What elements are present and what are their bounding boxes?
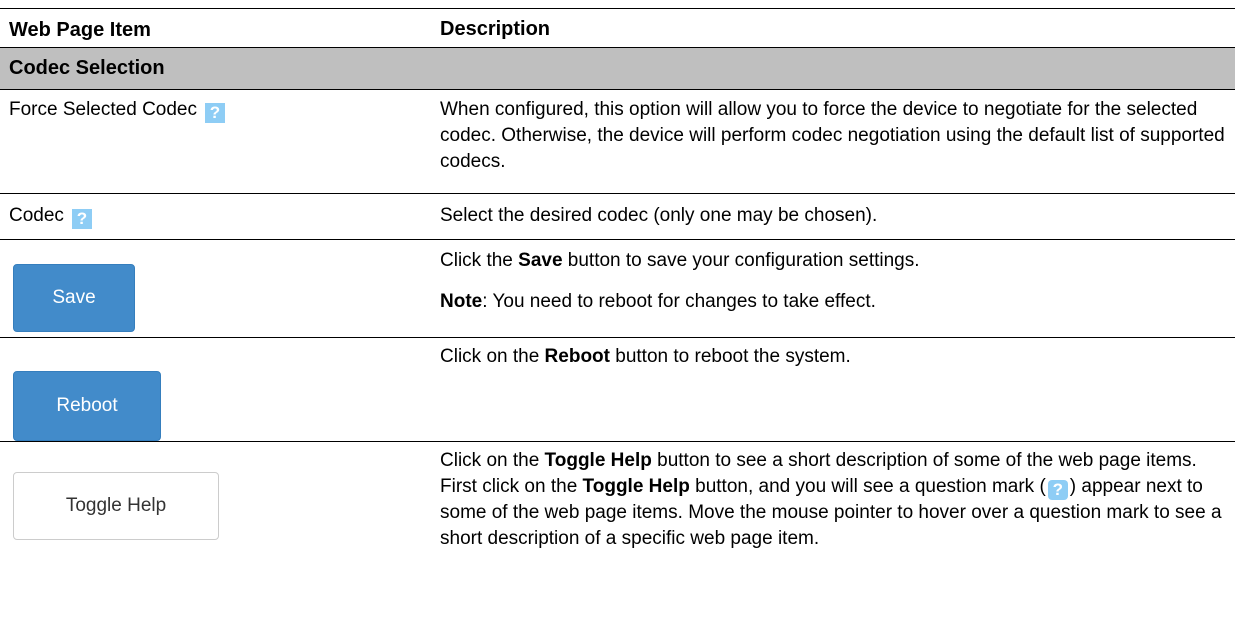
reboot-desc-bold: Reboot — [544, 346, 610, 367]
toggle-help-description: Click on the Toggle Help button to see a… — [440, 448, 1230, 552]
row-item-codec: Codec? — [9, 205, 92, 229]
section-title: Codec Selection — [9, 57, 165, 79]
save-desc-bold: Save — [518, 250, 563, 271]
toggle-desc-bold2: Toggle Help — [582, 476, 690, 497]
help-question-icon: ? — [1047, 480, 1068, 500]
reboot-desc-prefix: Click on the — [440, 346, 545, 367]
column-header-item: Web Page Item — [9, 19, 151, 41]
column-header-description: Description — [440, 18, 551, 40]
table-row: Save Click the Save button to save your … — [0, 240, 1235, 337]
force-codec-description: When configured, this option will allow … — [440, 99, 1225, 172]
codec-description: Select the desired codec (only one may b… — [440, 205, 878, 226]
force-codec-label: Force Selected Codec — [9, 99, 197, 120]
section-header-row: Codec Selection — [0, 48, 1235, 89]
reboot-desc-suffix: button to reboot the system. — [609, 346, 851, 367]
table-row: Codec? Select the desired codec (only on… — [0, 194, 1235, 239]
toggle-help-button[interactable]: Toggle Help — [13, 472, 219, 540]
row-item-force-codec: Force Selected Codec? — [9, 99, 225, 123]
save-button[interactable]: Save — [13, 264, 135, 332]
toggle-desc-bold1: Toggle Help — [544, 450, 652, 471]
save-desc-suffix: button to save your configuration settin… — [562, 250, 920, 271]
toggle-desc-part1: Click on the — [440, 450, 545, 471]
save-description: Click the Save button to save your confi… — [440, 248, 1230, 315]
note-bold: Note — [440, 291, 483, 312]
web-page-items-table: Web Page Item Description Codec Selectio… — [0, 0, 1235, 624]
help-question-icon[interactable]: ? — [71, 209, 92, 229]
save-desc-prefix: Click the — [440, 250, 519, 271]
reboot-description: Click on the Reboot button to reboot the… — [440, 344, 1230, 370]
codec-label: Codec — [9, 205, 64, 226]
table-row: Toggle Help Click on the Toggle Help but… — [0, 442, 1235, 624]
table-row: Force Selected Codec? When configured, t… — [0, 90, 1235, 193]
help-question-icon[interactable]: ? — [205, 103, 225, 123]
note-text: : You need to reboot for changes to take… — [482, 291, 876, 312]
reboot-button[interactable]: Reboot — [13, 371, 161, 441]
table-header-row: Web Page Item Description — [0, 8, 1235, 48]
toggle-desc-part3: button, and you will see a question mark… — [689, 476, 1046, 497]
table-row: Reboot Click on the Reboot button to reb… — [0, 338, 1235, 441]
